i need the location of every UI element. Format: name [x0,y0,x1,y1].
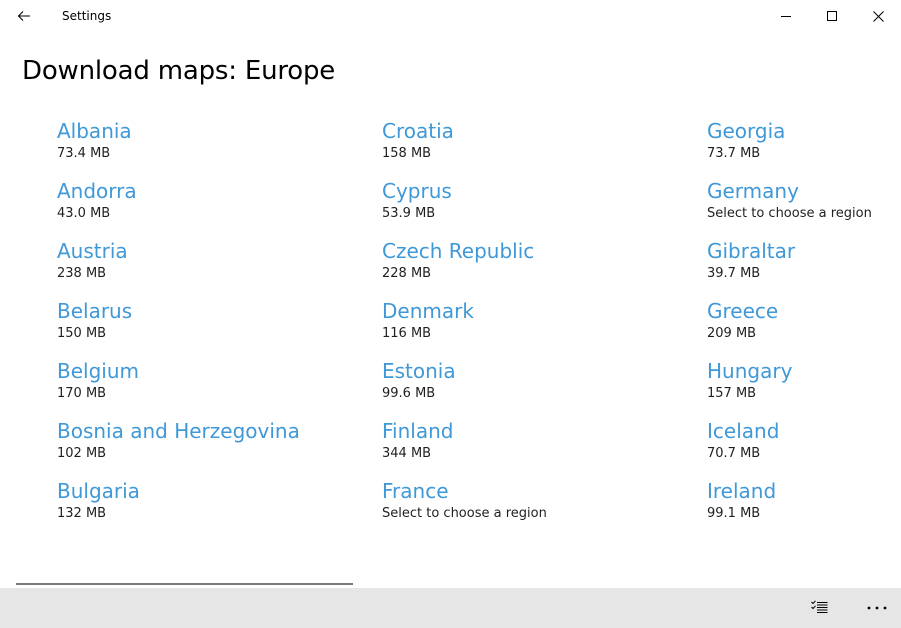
country-size: 39.7 MB [707,266,761,281]
country-name[interactable]: Czech Republic [382,238,702,264]
country-item-finland[interactable]: Finland 344 MB [382,418,702,478]
maximize-icon [827,11,837,21]
country-size: 99.1 MB [707,506,761,521]
command-bar [0,588,901,628]
country-item-iceland[interactable]: Iceland 70.7 MB [707,418,892,478]
country-name[interactable]: Bosnia and Herzegovina [57,418,377,444]
country-item-bulgaria[interactable]: Bulgaria 132 MB [57,478,377,538]
country-name[interactable]: Georgia [707,118,892,144]
country-size: 344 MB [382,446,432,461]
page-title: Download maps: Europe [22,56,336,86]
country-item-france[interactable]: France Select to choose a region [382,478,702,538]
country-name[interactable]: Belgium [57,358,377,384]
country-region-hint: Select to choose a region [382,506,547,521]
country-name[interactable]: Albania [57,118,377,144]
country-size: 158 MB [382,146,432,161]
country-size: 157 MB [707,386,757,401]
country-name[interactable]: France [382,478,702,504]
country-name[interactable]: Germany [707,178,892,204]
country-name[interactable]: Denmark [382,298,702,324]
country-item-cyprus[interactable]: Cyprus 53.9 MB [382,178,702,238]
country-item-belgium[interactable]: Belgium 170 MB [57,358,377,418]
country-size: 53.9 MB [382,206,436,221]
country-name[interactable]: Finland [382,418,702,444]
country-item-estonia[interactable]: Estonia 99.6 MB [382,358,702,418]
country-size: 228 MB [382,266,432,281]
country-name[interactable]: Gibraltar [707,238,892,264]
country-size: 132 MB [57,506,107,521]
country-size: 238 MB [57,266,107,281]
country-item-belarus[interactable]: Belarus 150 MB [57,298,377,358]
country-item-ireland[interactable]: Ireland 99.1 MB [707,478,892,538]
country-item-denmark[interactable]: Denmark 116 MB [382,298,702,358]
app-title: Settings [62,9,112,23]
country-name[interactable]: Croatia [382,118,702,144]
country-size: 170 MB [57,386,107,401]
country-size: 102 MB [57,446,107,461]
country-size: 73.4 MB [57,146,111,161]
country-grid: Albania 73.4 MB Andorra 43.0 MB Austria … [57,118,897,538]
country-item-czech-republic[interactable]: Czech Republic 228 MB [382,238,702,298]
country-item-croatia[interactable]: Croatia 158 MB [382,118,702,178]
country-name[interactable]: Belarus [57,298,377,324]
country-item-hungary[interactable]: Hungary 157 MB [707,358,892,418]
country-region-hint: Select to choose a region [707,206,872,221]
minimize-button[interactable] [763,0,809,32]
country-name[interactable]: Greece [707,298,892,324]
country-name[interactable]: Cyprus [382,178,702,204]
country-size: 43.0 MB [57,206,111,221]
more-button[interactable] [858,588,896,628]
country-size: 99.6 MB [382,386,436,401]
minimize-icon [781,16,791,17]
country-size: 116 MB [382,326,432,341]
country-name[interactable]: Iceland [707,418,892,444]
country-item-germany[interactable]: Germany Select to choose a region [707,178,892,238]
country-name[interactable]: Ireland [707,478,892,504]
title-bar: Settings [0,0,901,32]
country-item-bosnia-and-herzegovina[interactable]: Bosnia and Herzegovina 102 MB [57,418,377,478]
horizontal-scrollbar[interactable] [16,583,353,585]
country-item-georgia[interactable]: Georgia 73.7 MB [707,118,892,178]
select-button[interactable] [802,588,836,624]
back-button[interactable] [8,0,40,32]
country-name[interactable]: Estonia [382,358,702,384]
country-size: 150 MB [57,326,107,341]
more-icon [867,606,887,610]
country-name[interactable]: Bulgaria [57,478,377,504]
country-size: 70.7 MB [707,446,761,461]
country-item-austria[interactable]: Austria 238 MB [57,238,377,298]
maximize-button[interactable] [809,0,855,32]
country-item-greece[interactable]: Greece 209 MB [707,298,892,358]
country-item-andorra[interactable]: Andorra 43.0 MB [57,178,377,238]
close-button[interactable] [855,0,901,32]
back-arrow-icon [17,11,30,21]
select-list-icon [810,599,827,613]
country-size: 73.7 MB [707,146,761,161]
close-icon [872,10,884,22]
country-size: 209 MB [707,326,757,341]
country-name[interactable]: Andorra [57,178,377,204]
country-item-gibraltar[interactable]: Gibraltar 39.7 MB [707,238,892,298]
country-name[interactable]: Hungary [707,358,892,384]
country-name[interactable]: Austria [57,238,377,264]
country-item-albania[interactable]: Albania 73.4 MB [57,118,377,178]
